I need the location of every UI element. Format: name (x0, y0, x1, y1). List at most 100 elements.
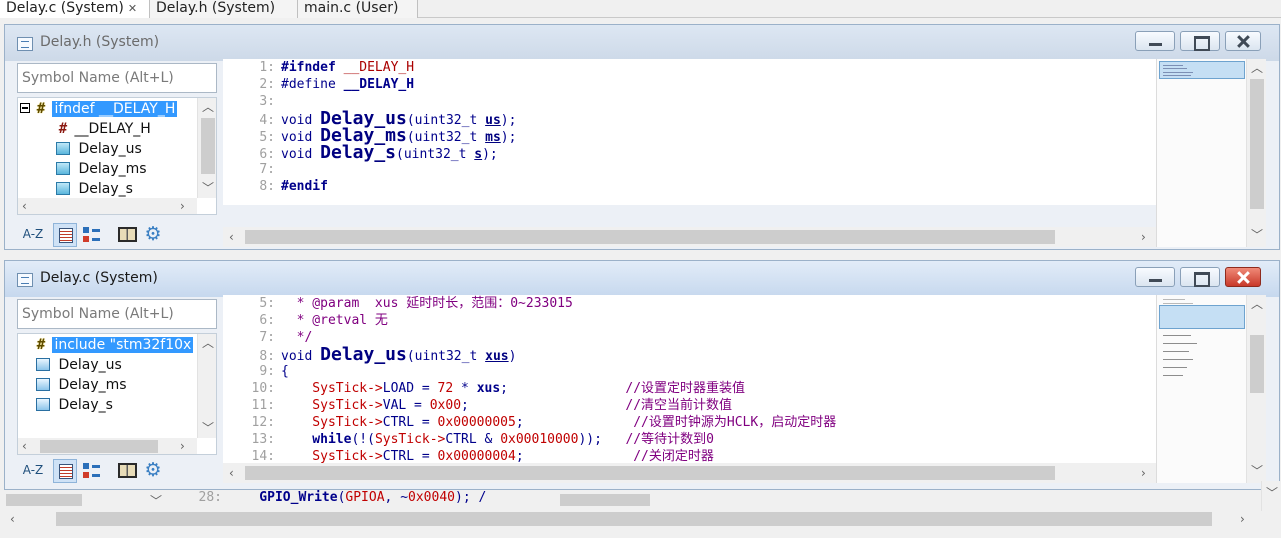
list-view-button[interactable] (53, 223, 77, 247)
tab-delay-h[interactable]: Delay.h (System) (150, 0, 298, 18)
list-view-button[interactable] (53, 459, 77, 483)
code-editor[interactable]: 1#ifndef __DELAY_H2#define __DELAY_H34vo… (223, 59, 1156, 205)
symbol-tree-vscrollbar[interactable]: ︿ ﹀ (197, 98, 216, 198)
symbol-node[interactable]: Delay_ms (56, 159, 147, 179)
symbol-label: include "stm32f10x (52, 337, 194, 353)
code-token: * @retval 无 (281, 313, 388, 328)
scroll-thumb[interactable] (56, 512, 1212, 526)
symbol-tree-hscrollbar[interactable]: ‹ › (18, 198, 197, 214)
sort-az-button[interactable]: A-Z (21, 459, 45, 483)
symbol-node[interactable]: Delay_us (36, 355, 122, 375)
line-number: 13 (223, 431, 281, 448)
symbol-node[interactable]: Delay_s (56, 179, 133, 199)
close-button[interactable] (1225, 31, 1261, 51)
window-title-bar[interactable]: Delay.h (System) (5, 25, 1279, 61)
code-token: 0x00000005 (437, 415, 516, 430)
code-line: 12 SysTick->CTRL = 0x00000005; //设置时钟源为H… (223, 414, 837, 431)
function-icon (56, 142, 70, 155)
maximize-button[interactable] (1180, 31, 1220, 51)
minimap-viewport[interactable] (1159, 61, 1245, 79)
scroll-right-icon[interactable]: › (180, 200, 185, 212)
code-token: VAL = (382, 398, 430, 413)
scroll-up-icon[interactable]: ︿ (202, 337, 214, 349)
symbol-tree-vscrollbar[interactable]: ︿ ﹀ (197, 334, 216, 438)
sort-az-button[interactable]: A-Z (21, 223, 45, 247)
code-token: SysTick-> (281, 381, 383, 396)
editor-hscrollbar[interactable]: ‹ › (223, 463, 1156, 483)
minimize-button[interactable] (1135, 31, 1175, 51)
symbol-node[interactable]: Delay_us (56, 139, 142, 159)
code-token: //设置定时器重装值 (625, 381, 746, 396)
scroll-down-icon[interactable]: ﹀ (202, 182, 214, 194)
file-icon (17, 273, 33, 287)
browse-button[interactable] (115, 459, 139, 483)
scroll-thumb[interactable] (245, 466, 1055, 480)
scroll-thumb[interactable] (245, 230, 1055, 244)
scroll-left-icon[interactable]: ‹ (22, 440, 27, 452)
scroll-left-icon[interactable]: ‹ (229, 231, 234, 243)
tab-label: Delay.h (System) (156, 0, 276, 16)
tab-main-c[interactable]: main.c (User) (298, 0, 418, 18)
collapse-icon[interactable] (20, 103, 30, 113)
chevron-down-icon[interactable]: ﹀ (150, 495, 162, 507)
scroll-thumb[interactable] (1250, 79, 1264, 209)
symbol-label: ifndef __DELAY_H (52, 101, 178, 117)
main-vscrollbar[interactable]: ﹀ (1261, 481, 1281, 511)
scroll-down-icon[interactable]: ﹀ (1266, 487, 1278, 499)
symbol-search-input[interactable]: Symbol Name (Alt+L) (17, 299, 217, 329)
scroll-up-icon[interactable]: ︿ (1251, 298, 1263, 310)
scroll-thumb[interactable] (6, 494, 82, 506)
category-view-button[interactable] (79, 459, 103, 483)
symbol-search-input[interactable]: Symbol Name (Alt+L) (17, 63, 217, 93)
symbol-node[interactable]: # include "stm32f10x (34, 335, 194, 355)
close-button[interactable] (1225, 267, 1261, 287)
scroll-thumb[interactable] (201, 118, 215, 174)
scroll-down-icon[interactable]: ﹀ (1251, 229, 1263, 241)
scroll-down-icon[interactable]: ﹀ (1251, 465, 1263, 477)
minimap-viewport[interactable] (1159, 305, 1245, 329)
symbol-node[interactable]: Delay_s (36, 395, 113, 415)
editor-hscrollbar[interactable]: ‹ › (223, 227, 1156, 247)
symbol-node[interactable]: # ifndef __DELAY_H (20, 99, 178, 119)
code-minimap[interactable] (1156, 59, 1246, 247)
scroll-down-icon[interactable]: ﹀ (202, 422, 214, 434)
scroll-right-icon[interactable]: › (1141, 231, 1146, 243)
editor-vscrollbar[interactable]: ︿ ﹀ (1246, 295, 1266, 483)
code-line: 10 SysTick->LOAD = 72 * xus; //设置定时器重装值 (223, 380, 836, 397)
scroll-thumb[interactable] (40, 440, 158, 453)
settings-button[interactable]: ⚙ (141, 223, 165, 247)
code-token: (uint32_t (406, 113, 486, 128)
function-icon (56, 182, 70, 195)
category-view-button[interactable] (79, 223, 103, 247)
scroll-right-icon[interactable]: › (1141, 467, 1146, 479)
symbol-node[interactable]: Delay_ms (36, 375, 127, 395)
symbol-node[interactable]: # __DELAY_H (56, 119, 151, 139)
scroll-left-icon[interactable]: ‹ (10, 513, 15, 525)
minimize-button[interactable] (1135, 267, 1175, 287)
scroll-left-icon[interactable]: ‹ (229, 467, 234, 479)
main-hscrollbar[interactable]: ‹ › (0, 509, 1261, 529)
scroll-thumb[interactable] (560, 494, 650, 506)
scroll-right-icon[interactable]: › (180, 440, 185, 452)
scroll-thumb[interactable] (1250, 335, 1264, 393)
code-token: */ (281, 330, 313, 345)
code-lines: 1#ifndef __DELAY_H2#define __DELAY_H34vo… (223, 59, 516, 195)
scroll-left-icon[interactable]: ‹ (22, 200, 27, 212)
settings-button[interactable]: ⚙ (141, 459, 165, 483)
tab-delay-c[interactable]: Delay.c (System) ✕ (0, 0, 150, 18)
code-line: 13 while(!(SysTick->CTRL & 0x00010000));… (223, 431, 836, 448)
window-title-bar[interactable]: Delay.c (System) (5, 261, 1279, 297)
scroll-up-icon[interactable]: ︿ (1251, 62, 1263, 74)
scroll-up-icon[interactable]: ︿ (202, 101, 214, 113)
code-token: CTRL = (382, 415, 438, 430)
scroll-right-icon[interactable]: › (1240, 513, 1245, 525)
editor-vscrollbar[interactable]: ︿ ﹀ (1246, 59, 1266, 247)
code-minimap[interactable] (1156, 295, 1246, 483)
code-token: #ifndef (281, 60, 344, 75)
code-token: void (281, 349, 321, 364)
code-editor[interactable]: 5 * @param xus 延时时长，范围：0~2330156 * @retv… (223, 295, 1156, 463)
close-icon[interactable]: ✕ (128, 2, 137, 15)
symbol-tree-hscrollbar[interactable]: ‹ › (18, 438, 197, 454)
maximize-button[interactable] (1180, 267, 1220, 287)
browse-button[interactable] (115, 223, 139, 247)
